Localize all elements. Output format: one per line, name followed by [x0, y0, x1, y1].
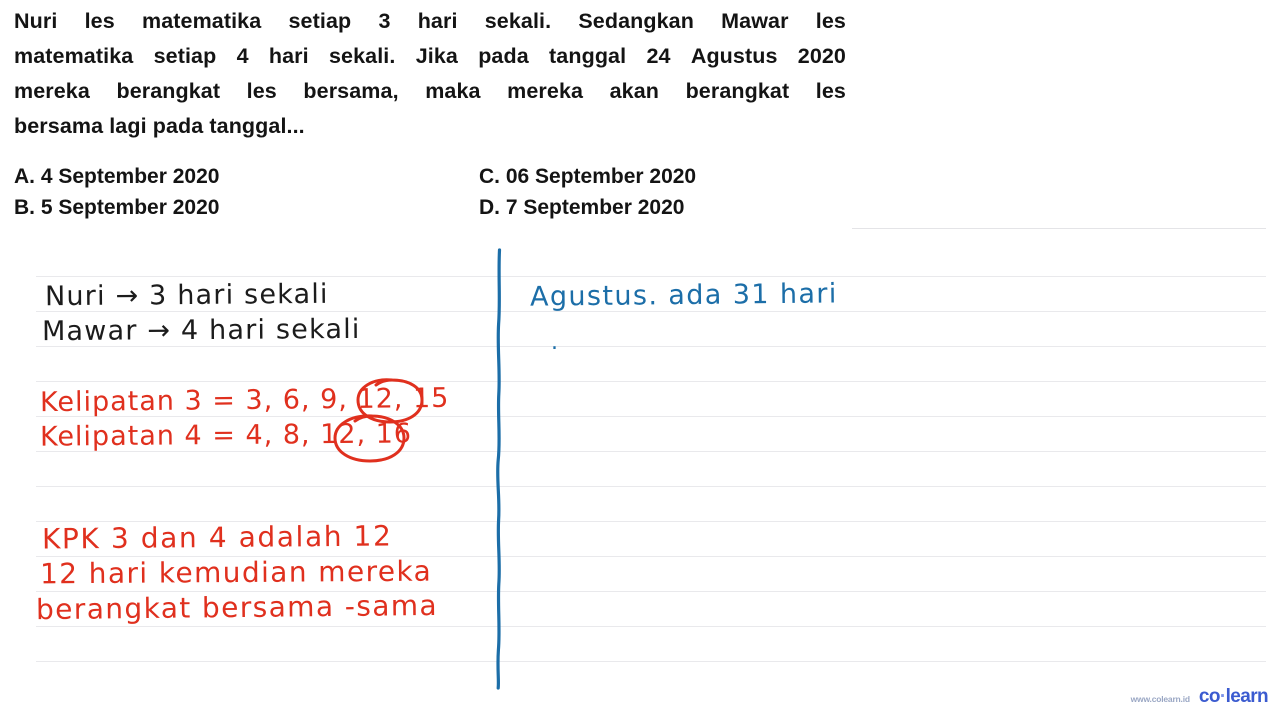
rule-line [36, 521, 1266, 522]
handdrawn-vertical-divider [496, 248, 502, 690]
rule-line [36, 591, 1266, 592]
rule-line [36, 346, 1266, 347]
logo-word-suffix: learn [1225, 686, 1269, 707]
logo-wordmark: co·learn [1198, 686, 1269, 708]
rule-line [36, 311, 1266, 312]
circle-annotation-kpk-12-second [333, 414, 406, 463]
ruled-paper-lines [0, 0, 1280, 720]
rule-line [36, 276, 1266, 277]
rule-line [36, 626, 1266, 627]
rule-line [36, 486, 1266, 487]
rule-line [36, 416, 1266, 417]
rule-line [36, 381, 1266, 382]
rule-line [36, 451, 1266, 452]
rule-line [36, 661, 1266, 662]
colearn-logo: www.colearn.id co·learn [1130, 686, 1269, 708]
rule-line [36, 556, 1266, 557]
logo-word-prefix: co [1198, 686, 1221, 707]
logo-url-text: www.colearn.id [1130, 694, 1190, 704]
